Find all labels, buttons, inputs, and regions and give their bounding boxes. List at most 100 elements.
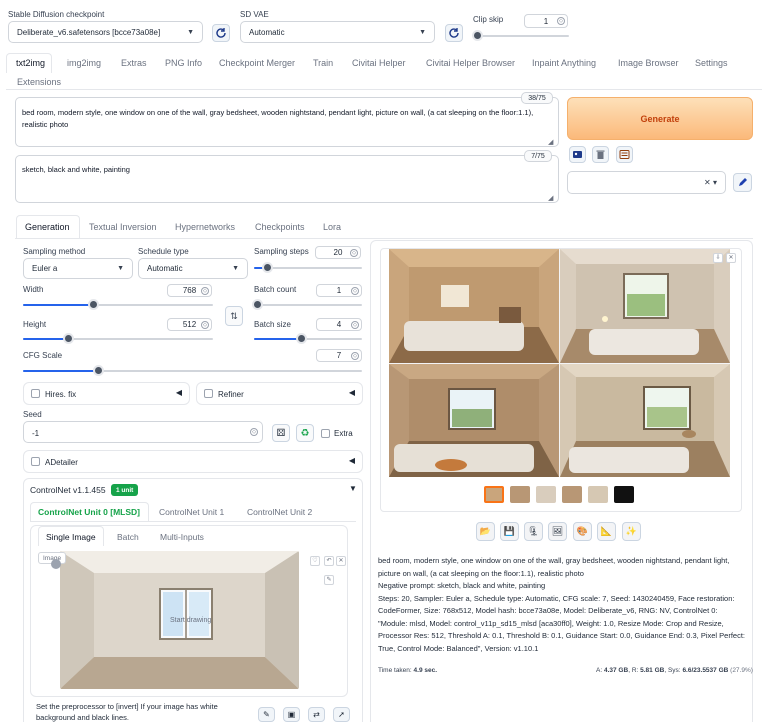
clip-skip-slider[interactable] xyxy=(472,30,569,41)
preprocessor-edit-button[interactable]: ✎ xyxy=(258,707,275,722)
brush-icon[interactable]: ✎ xyxy=(324,575,334,585)
slider-thumb[interactable] xyxy=(252,299,263,310)
tab-multi-inputs[interactable]: Multi-Inputs xyxy=(160,532,204,542)
send-to-inpaint-button[interactable]: 🎨 xyxy=(573,522,592,541)
tab-controlnet-unit-0[interactable]: ControlNet Unit 0 [MLSD] xyxy=(38,507,140,517)
open-folder-button[interactable]: 📂 xyxy=(476,522,495,541)
checkpoint-select[interactable]: Deliberate_v6.safetensors [bcce73a08e] ▼ xyxy=(8,21,203,43)
vae-select[interactable]: Automatic ▼ xyxy=(240,21,435,43)
batch-size-input[interactable]: 4 ◇ xyxy=(316,318,362,331)
clip-skip-input[interactable]: 1 ◇ xyxy=(524,14,568,28)
edit-styles-button[interactable] xyxy=(733,173,752,192)
tab-lora[interactable]: Lora xyxy=(323,222,341,232)
tab-civitai-helper[interactable]: Civitai Helper xyxy=(352,58,406,68)
tab-img2img[interactable]: img2img xyxy=(67,58,101,68)
slider-thumb[interactable] xyxy=(472,30,483,41)
batch-count-input[interactable]: 1 ◇ xyxy=(316,284,362,297)
undo-icon[interactable]: ↶ xyxy=(324,556,334,566)
send-button[interactable]: ➚ xyxy=(333,707,350,722)
swap-dimensions-button[interactable]: ⇅ xyxy=(225,306,243,326)
tab-checkpoint-merger[interactable]: Checkpoint Merger xyxy=(219,58,295,68)
adetailer-checkbox[interactable] xyxy=(31,457,40,466)
slider-thumb[interactable] xyxy=(296,333,307,344)
negative-prompt-textarea[interactable]: sketch, black and white, painting xyxy=(15,155,559,203)
gallery-thumbnail[interactable] xyxy=(562,486,582,503)
tab-single-image[interactable]: Single Image xyxy=(46,532,96,542)
tab-settings[interactable]: Settings xyxy=(695,58,728,68)
cfg-scale-input[interactable]: 7 ◇ xyxy=(316,349,362,362)
sampling-steps-input[interactable]: 20 ◇ xyxy=(315,246,361,259)
tab-train[interactable]: Train xyxy=(313,58,333,68)
resize-handle-icon[interactable]: ◢ xyxy=(548,194,553,202)
refresh-vae-button[interactable] xyxy=(445,24,463,42)
batch-size-slider[interactable] xyxy=(254,333,362,344)
gallery-thumbnail[interactable] xyxy=(614,486,634,503)
swap-button[interactable]: ⇄ xyxy=(308,707,325,722)
styles-select[interactable]: ✕ ▾ xyxy=(567,171,726,194)
slider-thumb[interactable] xyxy=(93,365,104,376)
download-icon[interactable]: ⇩ xyxy=(713,253,723,263)
tab-textual-inversion[interactable]: Textual Inversion xyxy=(89,222,157,232)
send-to-img2img-button[interactable]: 🖼 xyxy=(548,522,567,541)
extra-seed-checkbox[interactable] xyxy=(321,429,330,438)
height-slider[interactable] xyxy=(23,333,213,344)
hires-fix-accordion[interactable]: Hires. fix ◀ xyxy=(23,382,190,405)
collapse-arrow-icon[interactable]: ◀ xyxy=(349,456,355,465)
resize-handle-icon[interactable]: ◢ xyxy=(548,138,553,146)
clear-prompt-button[interactable] xyxy=(592,146,609,163)
seed-input[interactable]: -1 ◇ xyxy=(23,421,263,443)
gallery-thumbnail[interactable] xyxy=(588,486,608,503)
clear-and-chevron-icon[interactable]: ✕ ▾ xyxy=(704,178,717,187)
tab-txt2img[interactable]: txt2img xyxy=(16,58,45,68)
batch-count-slider[interactable] xyxy=(252,299,362,310)
heart-icon[interactable]: ♡ xyxy=(310,556,320,566)
cfg-scale-slider[interactable] xyxy=(23,365,362,376)
height-input[interactable]: 512 ◇ xyxy=(167,318,212,331)
tab-hypernetworks[interactable]: Hypernetworks xyxy=(175,222,235,232)
tab-extensions[interactable]: Extensions xyxy=(17,77,61,87)
gallery-thumbnail[interactable] xyxy=(510,486,530,503)
slider-thumb[interactable] xyxy=(262,262,273,273)
save-button[interactable]: 💾 xyxy=(500,522,519,541)
width-input[interactable]: 768 ◇ xyxy=(167,284,212,297)
random-seed-button[interactable]: ⚄ xyxy=(272,424,290,442)
gallery-thumbnail[interactable] xyxy=(484,486,504,503)
send-to-extras-button[interactable]: 📐 xyxy=(597,522,616,541)
refresh-checkpoint-button[interactable] xyxy=(212,24,230,42)
refiner-checkbox[interactable] xyxy=(204,389,213,398)
read-params-button[interactable] xyxy=(569,146,586,163)
tab-extras[interactable]: Extras xyxy=(121,58,147,68)
refiner-accordion[interactable]: Refiner ◀ xyxy=(196,382,363,405)
tab-controlnet-unit-1[interactable]: ControlNet Unit 1 xyxy=(159,507,224,517)
tab-image-browser[interactable]: Image Browser xyxy=(618,58,679,68)
tab-png-info[interactable]: PNG Info xyxy=(165,58,202,68)
camera-button[interactable]: ▣ xyxy=(283,707,300,722)
tab-controlnet-unit-2[interactable]: ControlNet Unit 2 xyxy=(247,507,312,517)
tab-batch[interactable]: Batch xyxy=(117,532,139,542)
close-icon[interactable]: ✕ xyxy=(726,253,736,263)
gallery-thumbnail[interactable] xyxy=(536,486,556,503)
zip-button[interactable]: 🗜 xyxy=(524,522,543,541)
sampling-method-select[interactable]: Euler a ▼ xyxy=(23,258,133,279)
generate-button[interactable]: Generate xyxy=(567,97,753,140)
hires-fix-checkbox[interactable] xyxy=(31,389,40,398)
reuse-seed-button[interactable]: ♻ xyxy=(296,424,314,442)
upscale-button[interactable]: ✨ xyxy=(622,522,641,541)
collapse-arrow-icon[interactable]: ◀ xyxy=(176,388,182,397)
slider-thumb[interactable] xyxy=(88,299,99,310)
collapse-arrow-icon[interactable]: ◀ xyxy=(349,388,355,397)
close-icon[interactable]: ✕ xyxy=(336,556,346,566)
width-slider[interactable] xyxy=(23,299,213,310)
styles-button[interactable] xyxy=(616,146,633,163)
sampling-steps-slider[interactable] xyxy=(254,262,362,273)
tab-inpaint-anything[interactable]: Inpaint Anything xyxy=(532,58,596,68)
adetailer-accordion[interactable]: ADetailer ◀ xyxy=(23,450,363,473)
schedule-type-select[interactable]: Automatic ▼ xyxy=(138,258,248,279)
slider-thumb[interactable] xyxy=(63,333,74,344)
prompt-textarea[interactable]: bed room, modern style, one window on on… xyxy=(15,97,559,147)
tab-checkpoints[interactable]: Checkpoints xyxy=(255,222,305,232)
output-image-grid[interactable] xyxy=(389,249,730,477)
collapse-arrow-icon[interactable]: ▼ xyxy=(349,484,357,493)
tab-civitai-helper-browser[interactable]: Civitai Helper Browser xyxy=(426,58,515,68)
tab-generation[interactable]: Generation xyxy=(25,222,70,232)
